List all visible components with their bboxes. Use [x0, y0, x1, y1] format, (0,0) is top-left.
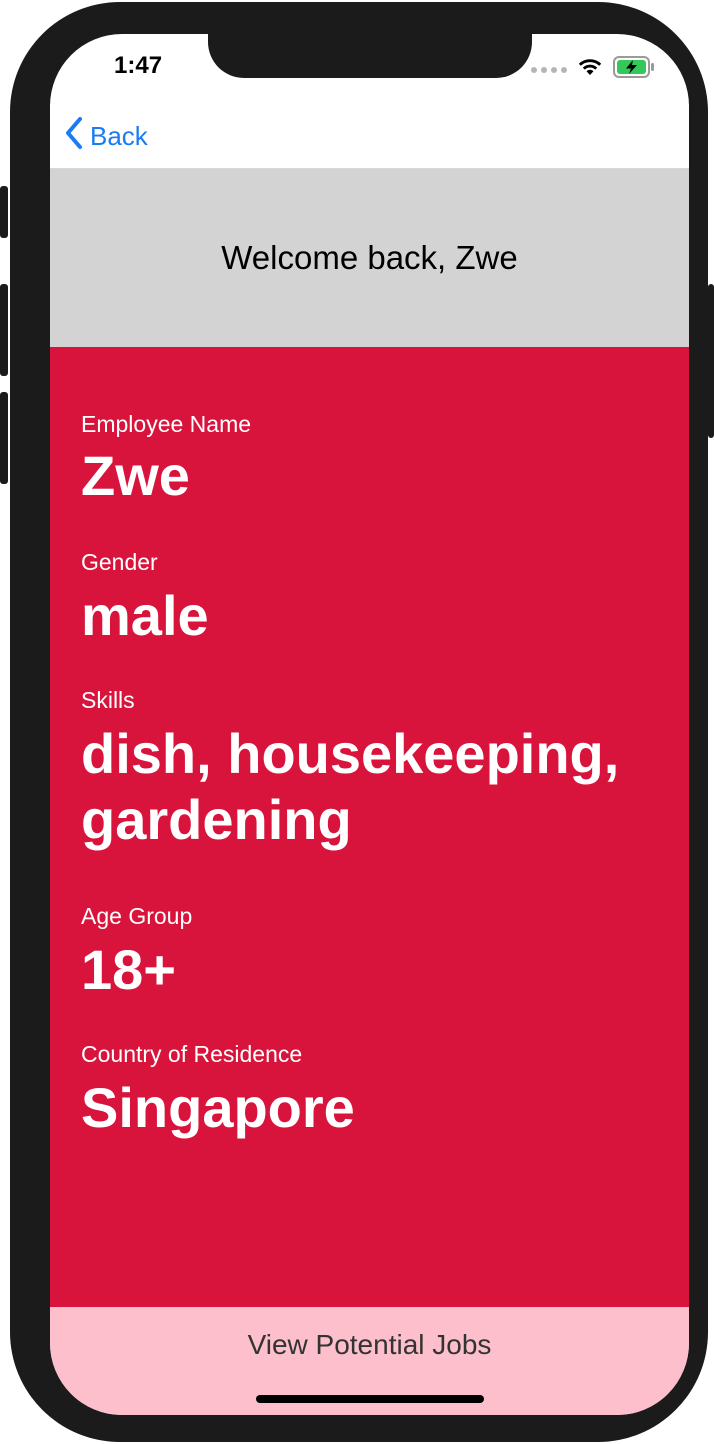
profile-panel: Employee Name Zwe Gender male Skills dis… [50, 347, 689, 1307]
age-group-label: Age Group [81, 903, 193, 929]
notch [208, 34, 532, 78]
volume-down-button [0, 392, 8, 484]
chevron-left-icon [64, 116, 84, 157]
country-label: Country of Residence [81, 1041, 303, 1067]
silent-switch [0, 186, 8, 238]
gender-value: male [81, 584, 209, 647]
welcome-text: Welcome back, Zwe [221, 239, 518, 276]
volume-up-button [0, 284, 8, 376]
cellular-dots-icon [531, 66, 567, 73]
status-time: 1:47 [114, 52, 163, 79]
status-icons [531, 56, 655, 83]
screen: 1:47 Back Welcome back, Zwe Employee Nam… [50, 34, 689, 1415]
employee-name-label: Employee Name [81, 411, 252, 437]
wifi-icon [577, 57, 603, 82]
skills-value: dish, housekeeping, gardening [81, 722, 620, 851]
age-group-value: 18+ [81, 938, 176, 1001]
employee-name-value: Zwe [81, 444, 190, 507]
back-button[interactable]: Back [64, 116, 148, 157]
phone-frame: 1:47 Back Welcome back, Zwe Employee Nam… [0, 2, 714, 1442]
power-button [708, 284, 714, 438]
navigation-bar: Back [50, 104, 689, 169]
home-indicator [256, 1395, 484, 1403]
country-value: Singapore [81, 1076, 355, 1139]
back-label: Back [90, 121, 148, 151]
gender-label: Gender [81, 549, 158, 575]
battery-charging-icon [613, 56, 655, 83]
welcome-banner: Welcome back, Zwe [50, 169, 689, 347]
skills-label: Skills [81, 687, 135, 713]
